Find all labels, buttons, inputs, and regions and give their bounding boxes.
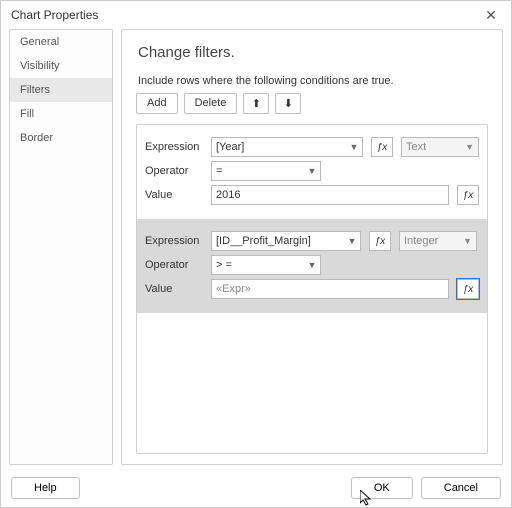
chevron-down-icon: ▼ xyxy=(346,142,362,152)
value-input[interactable] xyxy=(211,279,449,299)
filters-panel: Expression [Year] ▼ ƒx Text▼ Operator xyxy=(136,124,488,454)
chevron-down-icon: ▼ xyxy=(344,236,360,246)
operator-select[interactable]: > = ▼ xyxy=(211,255,321,275)
chevron-down-icon: ▼ xyxy=(463,236,472,246)
value-input[interactable] xyxy=(211,185,449,205)
type-select[interactable]: Text▼ xyxy=(401,137,479,157)
sidebar-item-border[interactable]: Border xyxy=(10,126,112,150)
value-label: Value xyxy=(145,283,203,295)
expression-fx-button[interactable]: ƒx xyxy=(371,137,393,157)
page-heading: Change filters. xyxy=(138,44,488,61)
add-button[interactable]: Add xyxy=(136,93,178,114)
content-pane: Change filters. Include rows where the f… xyxy=(121,29,503,465)
expression-label: Expression xyxy=(145,141,203,153)
value-fx-button[interactable]: ƒx xyxy=(457,279,479,299)
chart-properties-dialog: Chart Properties ✕ General Visibility Fi… xyxy=(0,0,512,508)
sidebar-item-fill[interactable]: Fill xyxy=(10,102,112,126)
help-button[interactable]: Help xyxy=(11,477,80,499)
chevron-down-icon: ▼ xyxy=(465,142,474,152)
type-select[interactable]: Integer▼ xyxy=(399,231,477,251)
close-icon[interactable]: ✕ xyxy=(477,7,505,24)
title-bar: Chart Properties ✕ xyxy=(1,1,511,29)
category-list: General Visibility Filters Fill Border xyxy=(9,29,113,465)
value-fx-button[interactable]: ƒx xyxy=(457,185,479,205)
dialog-title: Chart Properties xyxy=(11,8,98,22)
expression-select[interactable]: [ID__Profit_Margin] ▼ xyxy=(211,231,361,251)
sidebar-item-filters[interactable]: Filters xyxy=(10,78,112,102)
sidebar-item-general[interactable]: General xyxy=(10,30,112,54)
chevron-down-icon: ▼ xyxy=(304,166,320,176)
value-label: Value xyxy=(145,189,203,201)
expression-label: Expression xyxy=(145,235,203,247)
chevron-down-icon: ▼ xyxy=(304,260,320,270)
operator-select[interactable]: = ▼ xyxy=(211,161,321,181)
filter-block: Expression [ID__Profit_Margin] ▼ ƒx Inte… xyxy=(137,219,487,313)
filter-toolbar: Add Delete ⬆ ⬇ xyxy=(136,93,488,114)
filter-block: Expression [Year] ▼ ƒx Text▼ Operator xyxy=(137,125,487,219)
move-down-icon[interactable]: ⬇ xyxy=(275,93,301,114)
page-description: Include rows where the following conditi… xyxy=(138,75,488,87)
cancel-button[interactable]: Cancel xyxy=(421,477,501,499)
sidebar-item-visibility[interactable]: Visibility xyxy=(10,54,112,78)
expression-select[interactable]: [Year] ▼ xyxy=(211,137,363,157)
ok-button[interactable]: OK xyxy=(351,477,413,499)
delete-button[interactable]: Delete xyxy=(184,93,238,114)
dialog-footer: Help OK Cancel xyxy=(1,471,511,507)
expression-fx-button[interactable]: ƒx xyxy=(369,231,391,251)
operator-label: Operator xyxy=(145,165,203,177)
operator-label: Operator xyxy=(145,259,203,271)
move-up-icon[interactable]: ⬆ xyxy=(243,93,269,114)
